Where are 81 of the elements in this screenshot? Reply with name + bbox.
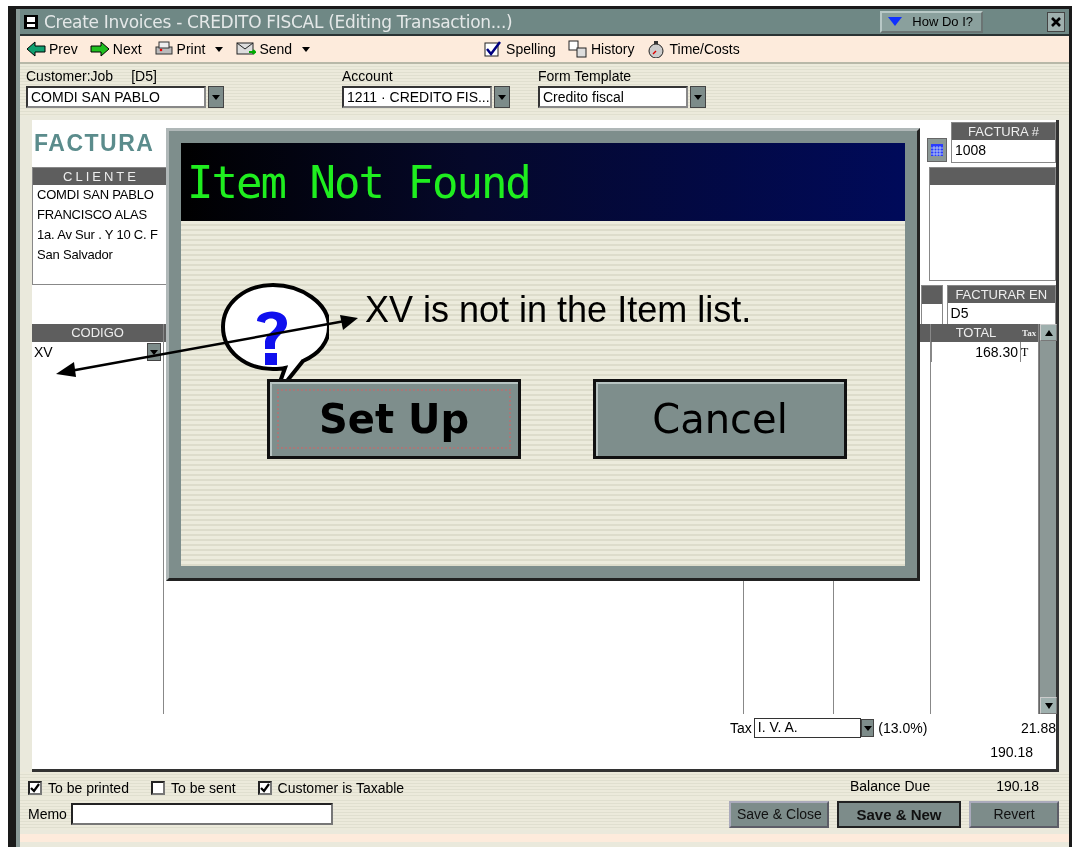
dialog-button[interactable]: Cancel (593, 379, 847, 459)
toolbar-button[interactable]: Prev (26, 40, 78, 58)
dialog-message: XV is not in the Item list. (365, 289, 752, 331)
bill-at-field[interactable]: D5 (947, 303, 1055, 325)
checkmark-icon (30, 783, 40, 793)
dialog-title: Item Not Found (187, 156, 530, 208)
window-title: Create Invoices - CREDITO FISCAL (Editing Transaction...) (44, 11, 514, 32)
caret-icon (211, 93, 221, 101)
form-title: FACTURA (34, 130, 155, 157)
scroll-down-icon (1044, 702, 1053, 709)
forward-arrow-icon (89, 40, 110, 58)
checkbox-icon (483, 40, 504, 58)
back-arrow-icon (26, 40, 46, 58)
field-label: Form Template (538, 68, 632, 84)
column-header: CODIGO (32, 324, 163, 342)
close-button[interactable] (1047, 11, 1065, 32)
header-bar (922, 286, 942, 304)
form-icon (24, 14, 38, 29)
caret-icon (862, 724, 873, 732)
printer-icon (153, 40, 174, 58)
checkbox-option[interactable]: To be sent (150, 778, 236, 798)
envelope-icon (236, 40, 257, 58)
form-button[interactable]: Save & New (837, 800, 961, 828)
dropdown-button[interactable] (208, 86, 224, 108)
tax-field[interactable]: I. V. A. (753, 718, 862, 738)
toolbar-button[interactable]: Print (153, 40, 225, 58)
memo-field[interactable] (70, 803, 333, 825)
address-line: COMDI SAN PABLO (36, 186, 155, 204)
dropdown-button[interactable] (494, 86, 510, 108)
balance-label: Balance Due (850, 778, 931, 796)
balance-value: 190.18 (996, 778, 1039, 796)
dropdown-field[interactable]: COMDI SAN PABLO (26, 86, 206, 108)
invoice-number-field[interactable]: 1008 (952, 140, 1055, 162)
caret-icon (497, 93, 507, 101)
caret-icon (214, 45, 225, 53)
tax-label: Tax (730, 720, 752, 736)
invoice-total: 190.18 (990, 744, 1033, 760)
checkbox-option[interactable]: Customer is Taxable (257, 778, 405, 798)
calendar-button[interactable] (927, 138, 947, 162)
stopwatch-icon (646, 40, 667, 58)
address-line: FRANCISCO ALAS (36, 206, 148, 224)
overlapping-squares-icon (567, 40, 588, 58)
checkbox-option[interactable]: To be printed (28, 778, 129, 798)
toolbar-button[interactable]: Send (236, 40, 312, 58)
dropdown-button[interactable] (690, 86, 706, 108)
address-line: 1a. Av Sur . Y 10 C. F (36, 226, 159, 244)
tax-amount: 21.88 (1019, 720, 1056, 736)
caret-icon (693, 93, 703, 101)
table-cell: 168.30 (975, 344, 1018, 360)
toolbar-button[interactable]: History (567, 40, 635, 58)
box-header: CLIENTE (33, 168, 169, 185)
close-icon (1051, 16, 1061, 27)
column-header: Tax (1021, 324, 1038, 342)
calendar-icon (931, 144, 943, 156)
column-header: TOTAL (931, 324, 1021, 342)
toolbar-button[interactable]: Spelling (483, 40, 556, 58)
box-header: FACTURAR EN (947, 286, 1055, 303)
toolbar-button[interactable]: Time/Costs (646, 40, 740, 58)
toolbar-button[interactable]: Next (89, 40, 142, 58)
tax-rate: (13.0%) (878, 720, 929, 736)
checkmark-icon (259, 783, 270, 793)
caret-icon (301, 45, 312, 53)
scroll-up-icon (1044, 329, 1053, 336)
table-cell: XV (34, 344, 53, 360)
help-button[interactable]: How Do I? (880, 10, 983, 33)
address-line: San Salvador (36, 246, 114, 264)
dropdown-button[interactable] (861, 719, 875, 737)
dropdown-field[interactable]: Credito fiscal (538, 86, 688, 108)
dialog-button[interactable]: Set Up (267, 379, 521, 459)
field-label: Account (342, 68, 393, 84)
caret-icon (149, 348, 159, 356)
form-button[interactable]: Save & Close (729, 800, 829, 828)
memo-label: Memo (28, 806, 67, 822)
dropdown-field[interactable]: 1211 · CREDITO FIS... (342, 86, 492, 108)
table-cell: T (1021, 344, 1029, 360)
form-button[interactable]: Revert (969, 800, 1059, 828)
scrollbar[interactable] (1039, 324, 1056, 714)
field-label: Customer:Job (26, 68, 114, 84)
job-tag: [D5] (131, 68, 157, 84)
box-header: FACTURA # (952, 123, 1055, 140)
caret-icon (888, 17, 903, 26)
